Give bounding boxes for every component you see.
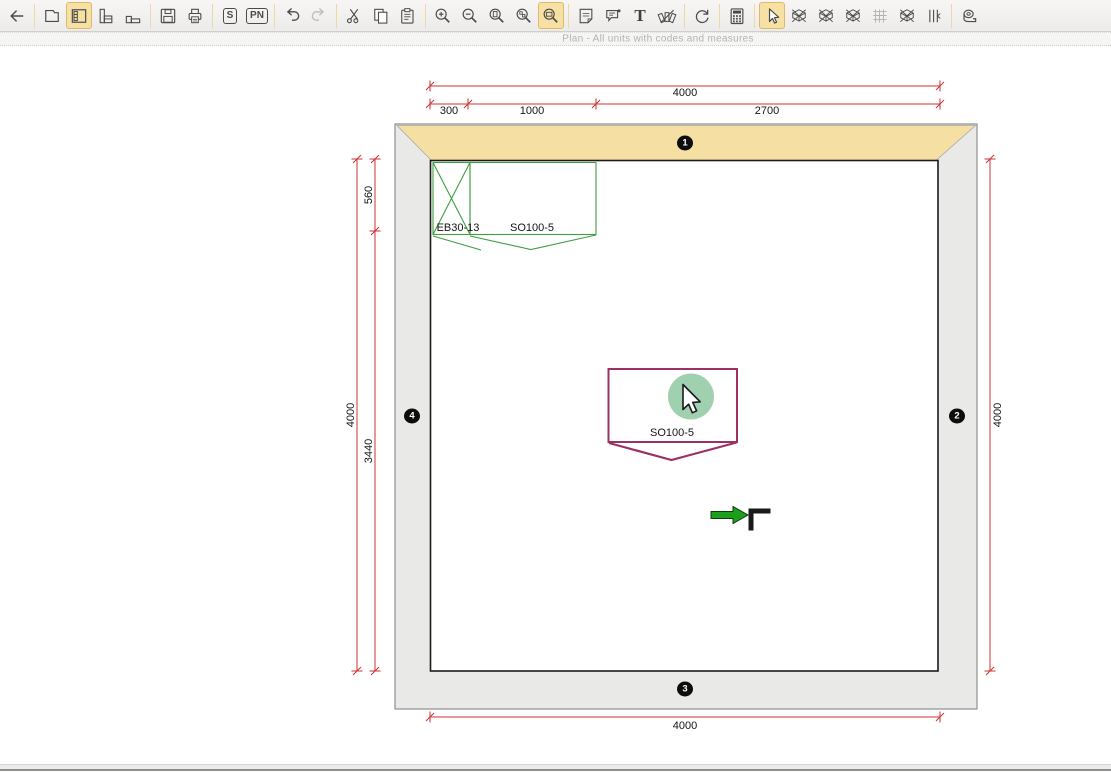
grid-toggle-button[interactable] xyxy=(867,2,893,29)
room-plan-view-button[interactable] xyxy=(39,2,65,29)
undo-icon xyxy=(282,6,302,26)
tape-icon xyxy=(959,6,979,26)
s-button-label: S xyxy=(223,8,238,24)
plan-units-view-button[interactable] xyxy=(66,2,92,29)
cut-icon xyxy=(344,6,364,26)
zoom-selection-button[interactable] xyxy=(511,2,537,29)
hide-tall-units-button[interactable] xyxy=(894,2,920,29)
materials-button[interactable] xyxy=(654,2,680,29)
elevation-a-icon xyxy=(96,6,116,26)
wall-badge-3[interactable]: 3 xyxy=(677,682,693,697)
pn-button-label: PN xyxy=(246,8,268,24)
palette-icon xyxy=(657,6,677,26)
toolbar-separator xyxy=(150,4,151,28)
zoom-out-button[interactable] xyxy=(457,2,483,29)
toolbar-separator xyxy=(425,4,426,28)
elevation-b-icon xyxy=(123,6,143,26)
zoom-fit-icon xyxy=(541,6,561,26)
save-button[interactable] xyxy=(155,2,181,29)
rotate-view-button[interactable] xyxy=(689,2,715,29)
toolbar-separator xyxy=(951,4,952,28)
zoom-sel-icon xyxy=(514,6,534,26)
zoom-100-icon xyxy=(487,6,507,26)
room-icon xyxy=(42,6,62,26)
copy-icon xyxy=(371,6,391,26)
rotate-icon xyxy=(692,6,712,26)
zoom-out-icon xyxy=(460,6,480,26)
toolbar: S PN T xyxy=(0,0,1111,32)
hide-walls-button[interactable] xyxy=(786,2,812,29)
wall-cross-icon xyxy=(897,6,917,26)
hide-base-units-button[interactable] xyxy=(840,2,866,29)
zoom-in-icon xyxy=(433,6,453,26)
s-button[interactable]: S xyxy=(217,2,243,29)
bottom-scroll-strip[interactable] xyxy=(0,764,1111,771)
comment-button[interactable] xyxy=(600,2,626,29)
toolbar-separator xyxy=(212,4,213,28)
select-tool-button[interactable] xyxy=(759,2,785,29)
toolbar-separator xyxy=(34,4,35,28)
parallel-icon xyxy=(924,6,944,26)
note-icon xyxy=(576,6,596,26)
hide-wall-units-button[interactable] xyxy=(813,2,839,29)
wall-badge-1[interactable]: 1 xyxy=(677,136,693,151)
base-elevation-view-button[interactable] xyxy=(120,2,146,29)
grid-icon xyxy=(870,6,890,26)
zoom-fit-button[interactable] xyxy=(538,2,564,29)
view-title: Plan - All units with codes and measures xyxy=(562,34,754,45)
select-icon xyxy=(762,6,782,26)
save-icon xyxy=(158,6,178,26)
text-tool-button-label: T xyxy=(634,7,645,24)
view-title-bar: Plan - All units with codes and measures xyxy=(0,32,1111,46)
copy-button[interactable] xyxy=(368,2,394,29)
wall-badge-2[interactable]: 2 xyxy=(949,409,965,424)
toolbar-separator xyxy=(274,4,275,28)
redo-icon xyxy=(309,6,329,26)
plan-canvas[interactable]: 4000 300 1000 2700 4000 4000 560 3440 40… xyxy=(0,46,1111,764)
text-tool-button[interactable]: T xyxy=(627,2,653,29)
zoom-100-button[interactable] xyxy=(484,2,510,29)
redo-button[interactable] xyxy=(306,2,332,29)
paste-icon xyxy=(398,6,418,26)
calculator-button[interactable] xyxy=(724,2,750,29)
print-icon xyxy=(185,6,205,26)
toolbar-separator xyxy=(684,4,685,28)
toolbar-separator xyxy=(754,4,755,28)
plan-drawing xyxy=(0,46,1111,764)
measure-button[interactable] xyxy=(956,2,982,29)
back-icon xyxy=(7,6,27,26)
wall-badge-4[interactable]: 4 xyxy=(404,409,420,424)
print-button[interactable] xyxy=(182,2,208,29)
zoom-in-button[interactable] xyxy=(430,2,456,29)
back-button[interactable] xyxy=(4,2,30,29)
toolbar-separator xyxy=(719,4,720,28)
note-button[interactable] xyxy=(573,2,599,29)
wall-cross-icon xyxy=(816,6,836,26)
comment-icon xyxy=(603,6,623,26)
plan-units-icon xyxy=(69,6,89,26)
paste-button[interactable] xyxy=(395,2,421,29)
cut-button[interactable] xyxy=(341,2,367,29)
dividers-toggle-button[interactable] xyxy=(921,2,947,29)
wall-cross-icon xyxy=(789,6,809,26)
pn-button[interactable]: PN xyxy=(244,2,270,29)
undo-button[interactable] xyxy=(279,2,305,29)
elevation-view-button[interactable] xyxy=(93,2,119,29)
calculator-icon xyxy=(727,6,747,26)
toolbar-separator xyxy=(336,4,337,28)
toolbar-separator xyxy=(568,4,569,28)
wall-cross-icon xyxy=(843,6,863,26)
